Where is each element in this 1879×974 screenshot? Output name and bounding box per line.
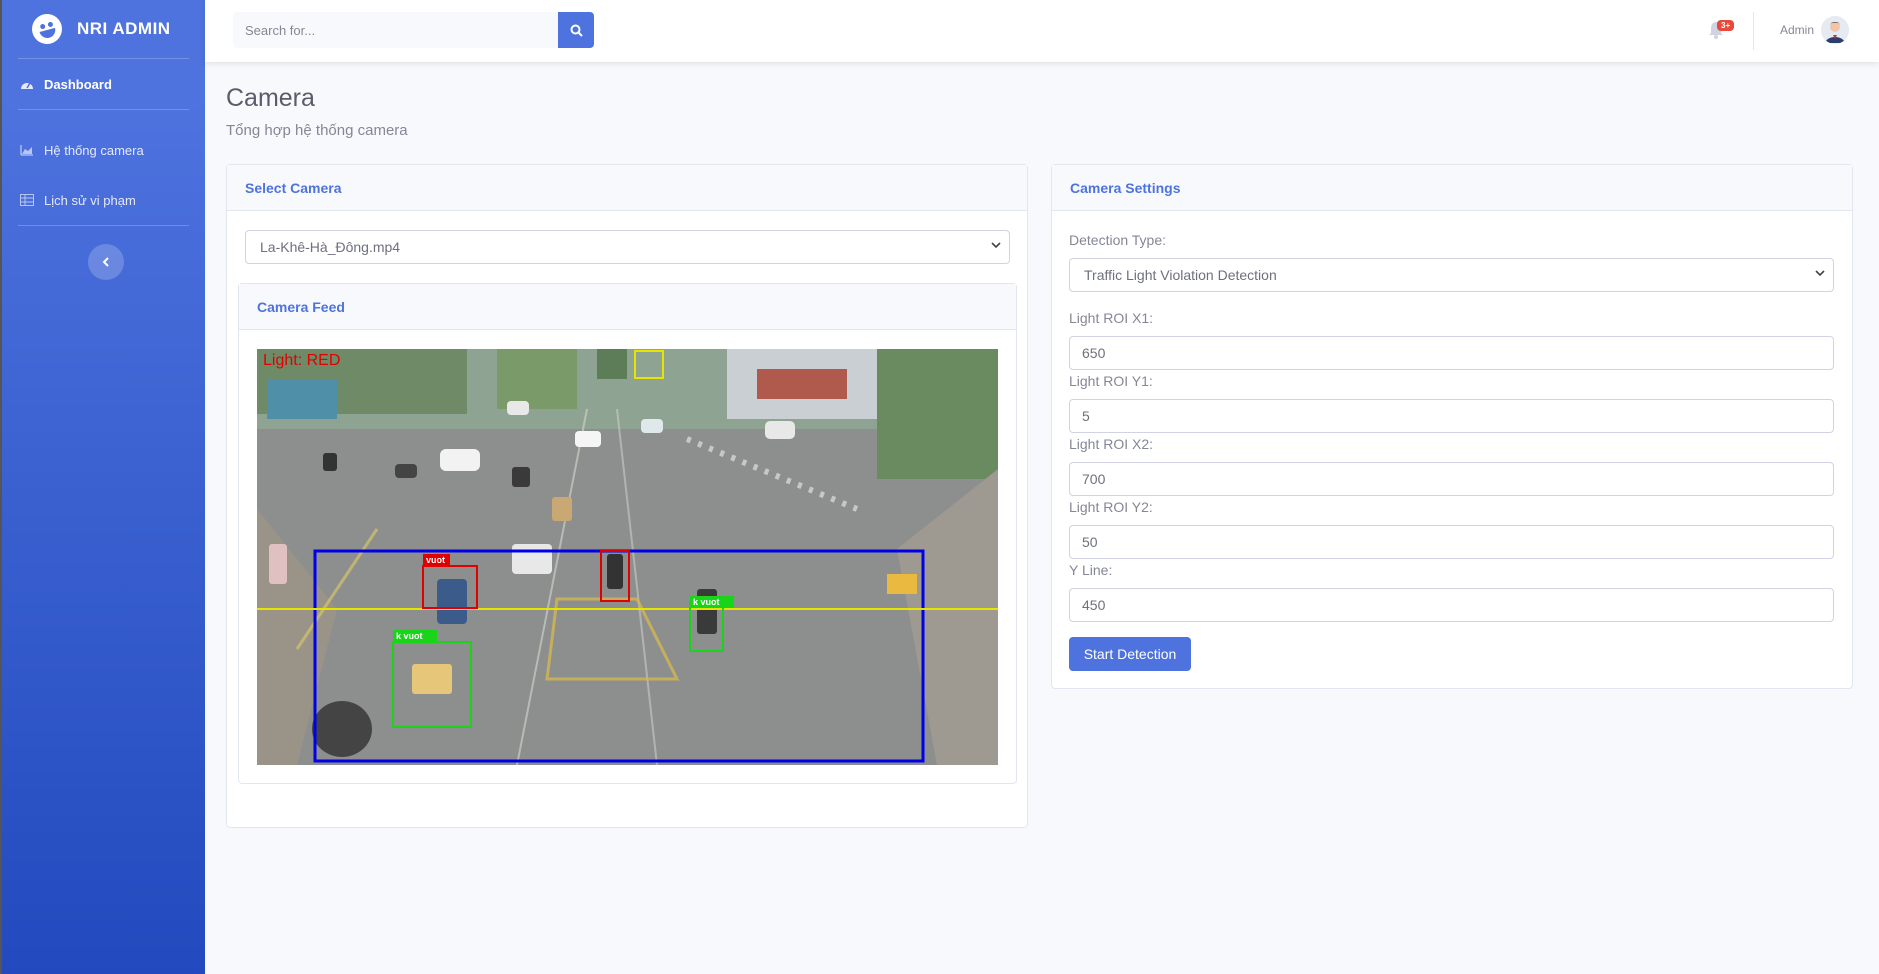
chevron-down-icon xyxy=(1815,270,1825,277)
camera-settings-header: Camera Settings xyxy=(1052,165,1852,211)
tachometer-icon xyxy=(21,82,33,89)
camera-select-value: La-Khê-Hà_Đông.mp4 xyxy=(260,239,401,255)
page-title: Camera xyxy=(226,84,315,112)
sidebar-item-label: Dashboard xyxy=(44,76,112,92)
chevron-down-icon xyxy=(991,242,1001,249)
laugh-wink-icon xyxy=(28,10,66,48)
sidebar-item-label: Hệ thống camera xyxy=(44,142,144,158)
camera-feed-image: vuot k vuot k vuot Light: RED xyxy=(257,349,998,765)
start-detection-button[interactable]: Start Detection xyxy=(1069,637,1191,671)
topbar: 3+ Admin xyxy=(205,0,1879,62)
detection-label: vuot xyxy=(426,555,445,565)
user-avatar-icon xyxy=(1821,16,1849,44)
search-button[interactable] xyxy=(558,12,594,48)
avatar[interactable] xyxy=(1821,16,1849,44)
brand-name: NRI ADMIN xyxy=(77,19,171,38)
detection-type-label: Detection Type: xyxy=(1069,232,1167,248)
sidebar: NRI ADMIN Dashboard Hệ thống camera Lịch… xyxy=(0,0,205,974)
brand[interactable]: NRI ADMIN xyxy=(2,0,205,58)
sidebar-divider xyxy=(18,225,189,226)
y-line-input[interactable]: 450 xyxy=(1069,588,1834,622)
light-roi-x1-label: Light ROI X1: xyxy=(1069,310,1154,326)
chevron-left-icon xyxy=(102,257,109,267)
search-form xyxy=(233,12,594,48)
sidebar-toggle-button[interactable] xyxy=(88,244,124,280)
sidebar-item-camera-system[interactable]: Hệ thống camera xyxy=(2,125,205,175)
camera-feed-header: Camera Feed xyxy=(239,284,1016,330)
light-roi-x1-input[interactable]: 650 xyxy=(1069,336,1834,370)
user-name[interactable]: Admin xyxy=(1780,23,1814,37)
sidebar-item-dashboard[interactable]: Dashboard xyxy=(2,59,205,109)
light-roi-y2-input[interactable]: 50 xyxy=(1069,525,1834,559)
page-subtitle: Tổng hợp hệ thống camera xyxy=(226,122,408,139)
y-line-label: Y Line: xyxy=(1069,562,1113,578)
detection-type-value: Traffic Light Violation Detection xyxy=(1084,267,1277,283)
detection-label: k vuot xyxy=(396,631,423,641)
table-icon xyxy=(20,194,34,206)
detection-label: k vuot xyxy=(693,597,720,607)
search-input[interactable] xyxy=(233,12,558,48)
traffic-scene: vuot k vuot k vuot Light: RED xyxy=(257,349,998,765)
sidebar-item-label: Lịch sử vi phạm xyxy=(44,192,136,208)
search-icon xyxy=(570,24,583,37)
light-roi-y1-label: Light ROI Y1: xyxy=(1069,373,1153,389)
light-roi-y2-label: Light ROI Y2: xyxy=(1069,499,1153,515)
sidebar-item-violation-history[interactable]: Lịch sử vi phạm xyxy=(2,175,205,225)
light-status-overlay: Light: RED xyxy=(263,352,340,369)
select-camera-header: Select Camera xyxy=(227,165,1027,211)
topbar-divider xyxy=(1753,12,1754,50)
alerts-badge: 3+ xyxy=(1717,20,1735,31)
camera-select[interactable]: La-Khê-Hà_Đông.mp4 xyxy=(245,230,1010,264)
detection-type-select[interactable]: Traffic Light Violation Detection xyxy=(1069,258,1834,292)
light-roi-y1-input[interactable]: 5 xyxy=(1069,399,1834,433)
chart-area-icon xyxy=(20,145,33,156)
light-roi-x2-label: Light ROI X2: xyxy=(1069,436,1154,452)
light-roi-x2-input[interactable]: 700 xyxy=(1069,462,1834,496)
